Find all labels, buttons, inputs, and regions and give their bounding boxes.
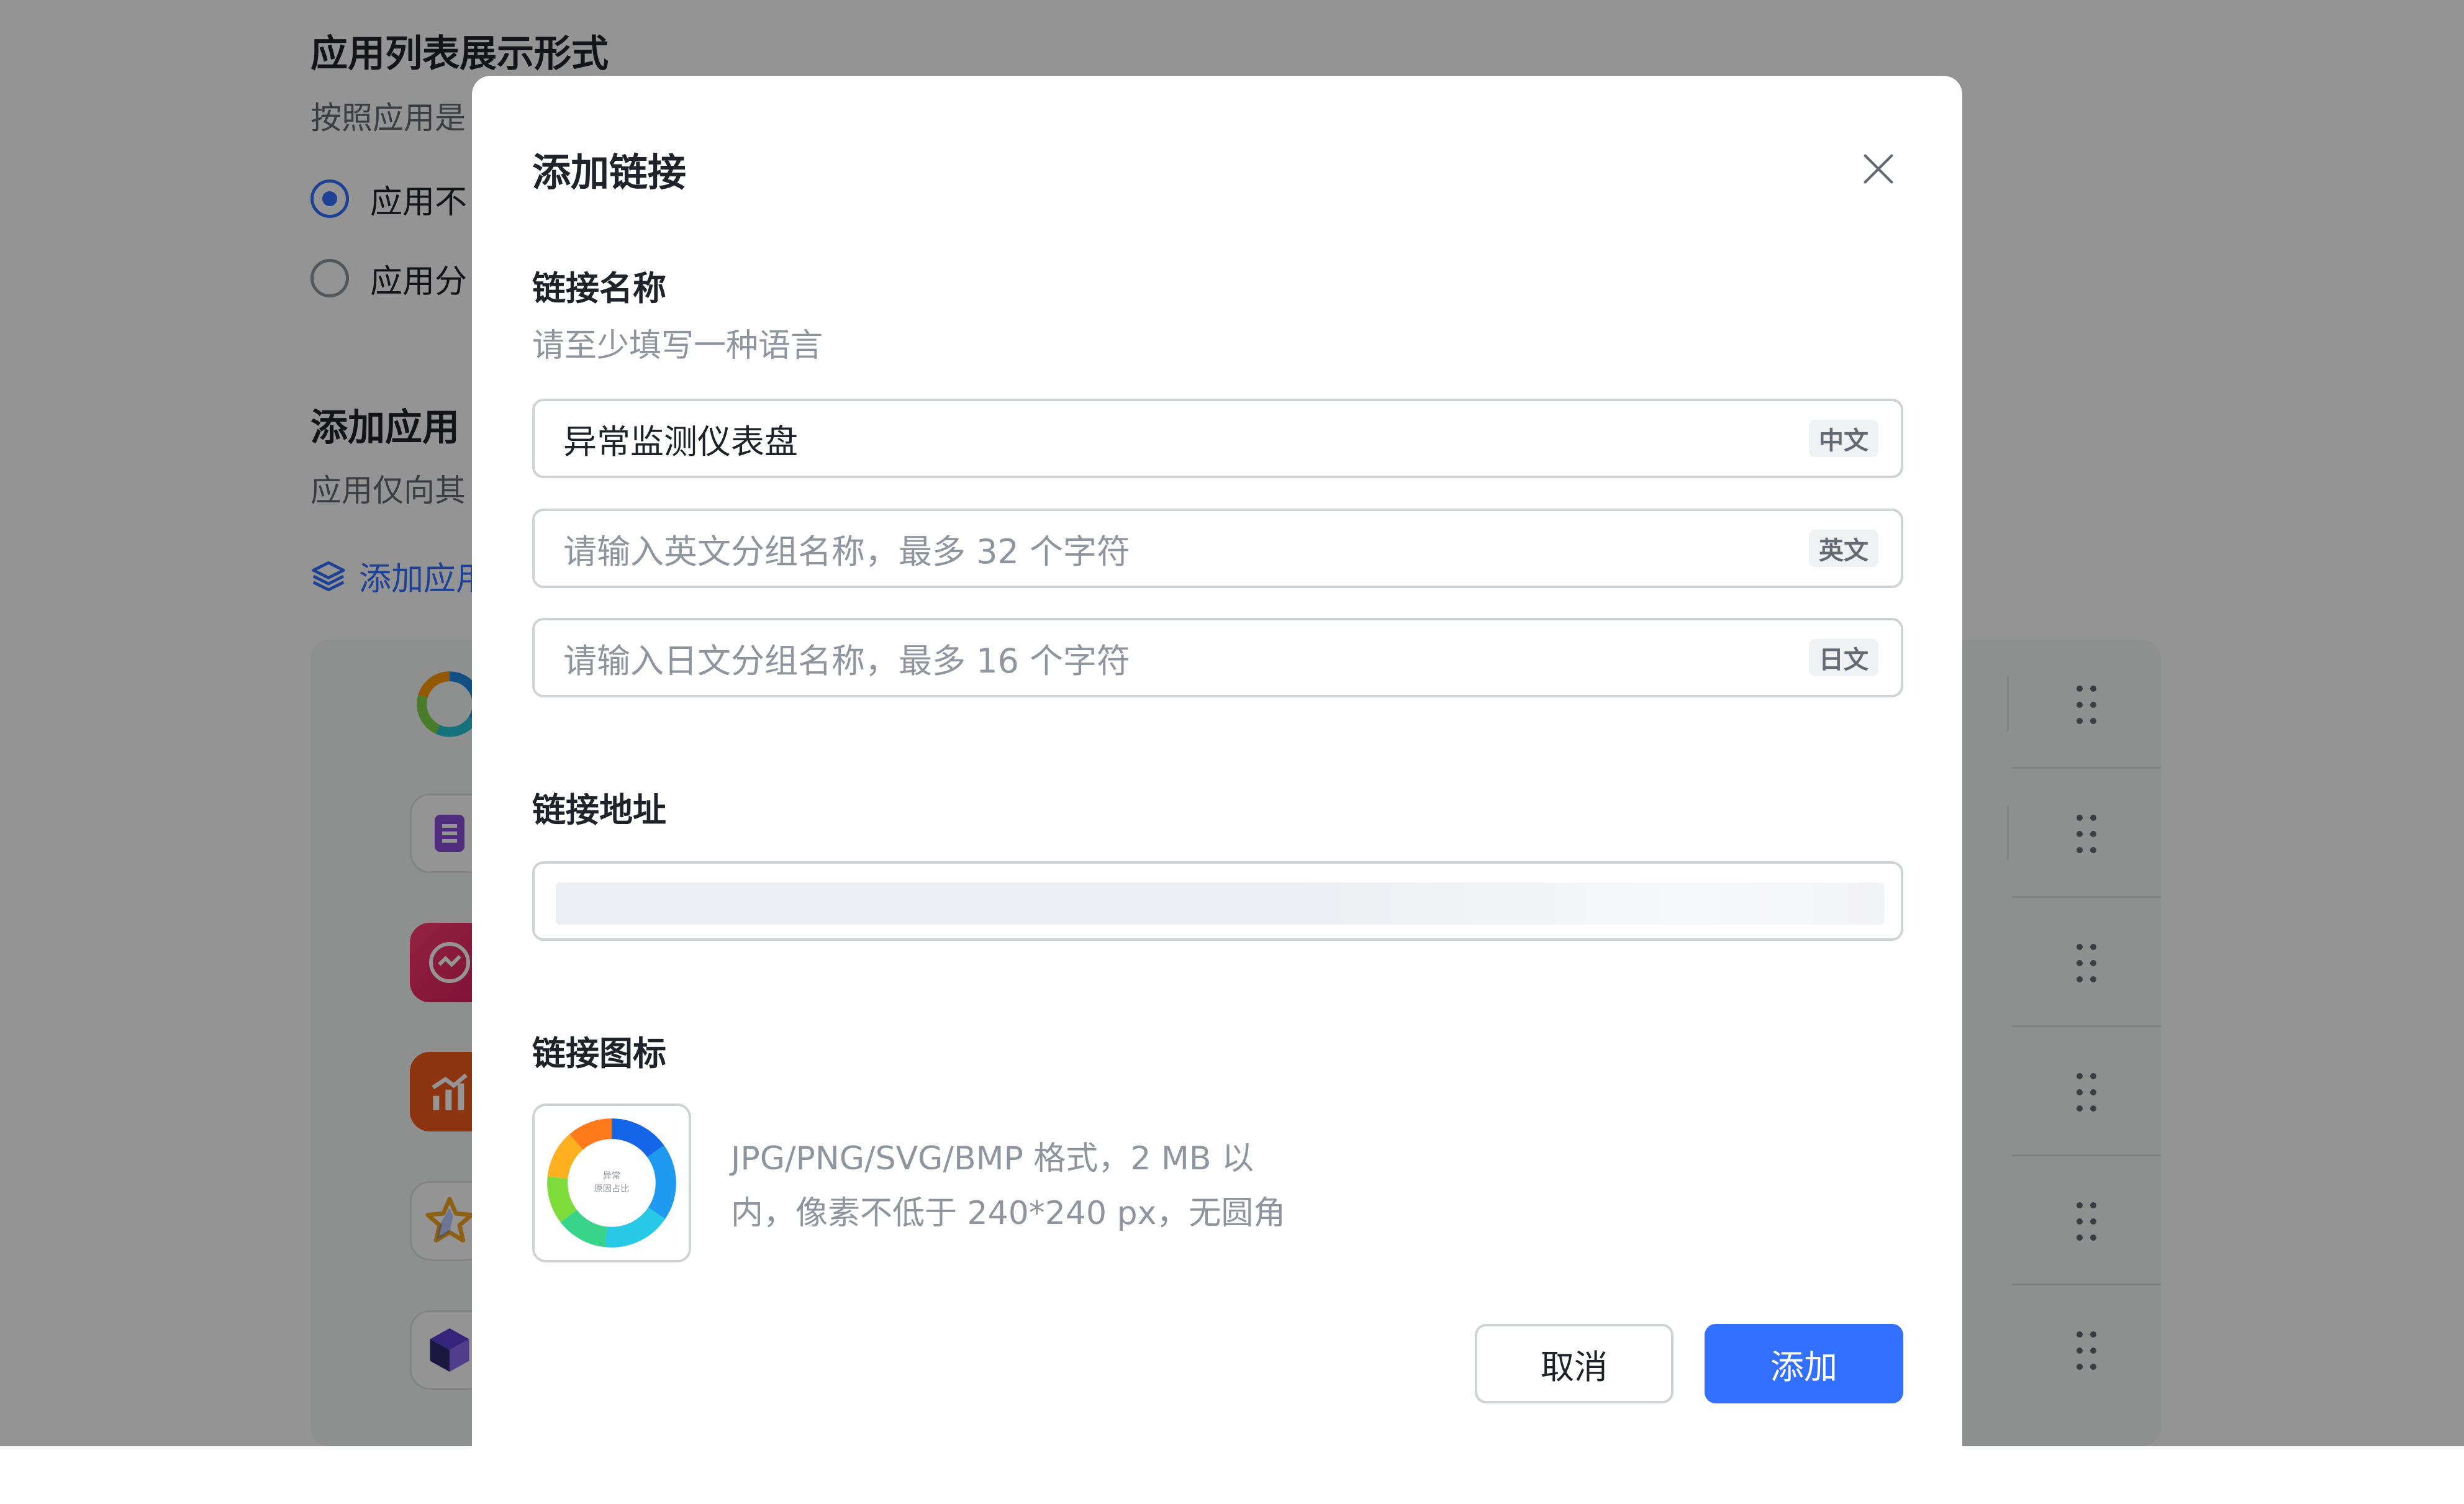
add-link-dialog: 添加链接 链接名称 请至少填写一种语言 异常监测仪表盘 中文 请输入英文分组名称… (472, 76, 1962, 1504)
icon-format-hint: JPG/PNG/SVG/BMP 格式，2 MB 以 内，像素不低于 240*24… (731, 1131, 1285, 1241)
link-name-zh-input[interactable]: 异常监测仪表盘 中文 (532, 399, 1903, 478)
lang-tag-zh: 中文 (1809, 420, 1878, 457)
link-name-label: 链接名称 (532, 269, 666, 308)
input-placeholder: 请输入日文分组名称，最多 16 个字符 (563, 641, 1131, 681)
link-url-label: 链接地址 (532, 791, 666, 830)
icon-format-hint-line1: JPG/PNG/SVG/BMP 格式，2 MB 以 (731, 1140, 1254, 1177)
lang-tag-ja: 日文 (1809, 639, 1878, 676)
input-value: 异常监测仪表盘 (563, 422, 798, 461)
url-value-redacted (556, 882, 1885, 925)
link-url-input[interactable] (532, 861, 1903, 941)
add-button[interactable]: 添加 (1705, 1324, 1903, 1403)
icon-upload-button[interactable]: 异常 原因占比 (532, 1103, 691, 1262)
cancel-button[interactable]: 取消 (1475, 1324, 1674, 1403)
link-icon-label: 链接图标 (532, 1034, 666, 1073)
input-placeholder: 请输入英文分组名称，最多 32 个字符 (563, 532, 1131, 571)
link-name-en-input[interactable]: 请输入英文分组名称，最多 32 个字符 英文 (532, 509, 1903, 588)
donut-chart-icon: 异常 原因占比 (547, 1118, 676, 1248)
close-button[interactable] (1850, 141, 1906, 197)
link-name-hint: 请至少填写一种语言 (532, 327, 823, 365)
icon-caption-line2: 原因占比 (594, 1184, 630, 1194)
close-icon (1864, 154, 1893, 184)
dialog-title: 添加链接 (532, 150, 687, 195)
lang-tag-en: 英文 (1809, 530, 1878, 567)
link-name-ja-input[interactable]: 请输入日文分组名称，最多 16 个字符 日文 (532, 618, 1903, 697)
icon-caption-line1: 异常 (603, 1171, 620, 1181)
icon-format-hint-line2: 内，像素不低于 240*240 px，无圆角 (731, 1195, 1286, 1232)
